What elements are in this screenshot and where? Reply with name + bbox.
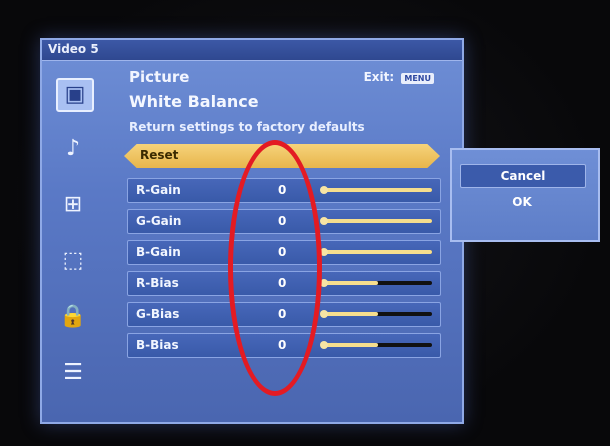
section-title: White Balance — [129, 92, 259, 111]
slider-handle[interactable] — [320, 186, 328, 194]
setting-label: R-Bias — [136, 276, 179, 290]
source-label: Video 5 — [48, 42, 99, 56]
audio-icon[interactable]: ♪ — [56, 134, 90, 164]
slider-fill — [324, 281, 378, 285]
setting-label: B-Gain — [136, 245, 181, 259]
slider-fill — [324, 250, 432, 254]
slider-fill — [324, 312, 378, 316]
slider-fill — [324, 188, 432, 192]
help-text: Return settings to factory defaults — [129, 120, 365, 134]
side-rail: ▣ ♪ ⊞ ⬚ 🔒 ☰ — [48, 64, 110, 394]
setting-label: B-Bias — [136, 338, 179, 352]
slider-handle[interactable] — [320, 310, 328, 318]
setup-icon[interactable]: ☰ — [56, 358, 90, 388]
slider-track[interactable] — [320, 217, 432, 225]
cancel-button[interactable]: Cancel — [460, 164, 586, 188]
slider-track[interactable] — [320, 279, 432, 287]
slider-handle[interactable] — [320, 217, 328, 225]
exit-hint: Exit: MENU — [364, 70, 434, 84]
lock-icon[interactable]: 🔒 — [56, 302, 90, 332]
ok-button[interactable]: OK — [460, 192, 584, 212]
input-icon[interactable]: ⬚ — [56, 246, 90, 276]
setting-label: G-Gain — [136, 214, 182, 228]
slider-track[interactable] — [320, 341, 432, 349]
exit-label: Exit: — [363, 70, 395, 84]
setting-label: R-Gain — [136, 183, 181, 197]
slider-track[interactable] — [320, 186, 432, 194]
setting-label: G-Bias — [136, 307, 180, 321]
slider-track[interactable] — [320, 310, 432, 318]
reset-label: Reset — [140, 148, 179, 162]
annotation-circle — [228, 140, 322, 396]
picture-icon[interactable]: ▣ — [56, 78, 94, 112]
slider-fill — [324, 219, 432, 223]
slider-fill — [324, 343, 378, 347]
slider-track[interactable] — [320, 248, 432, 256]
page-title: Picture — [129, 68, 190, 86]
screen-format-icon[interactable]: ⊞ — [56, 190, 90, 220]
slider-handle[interactable] — [320, 341, 328, 349]
menu-button-badge: MENU — [401, 73, 434, 84]
menu-topbar: Video 5 — [42, 40, 462, 61]
confirm-dialog: Cancel OK — [450, 148, 600, 242]
